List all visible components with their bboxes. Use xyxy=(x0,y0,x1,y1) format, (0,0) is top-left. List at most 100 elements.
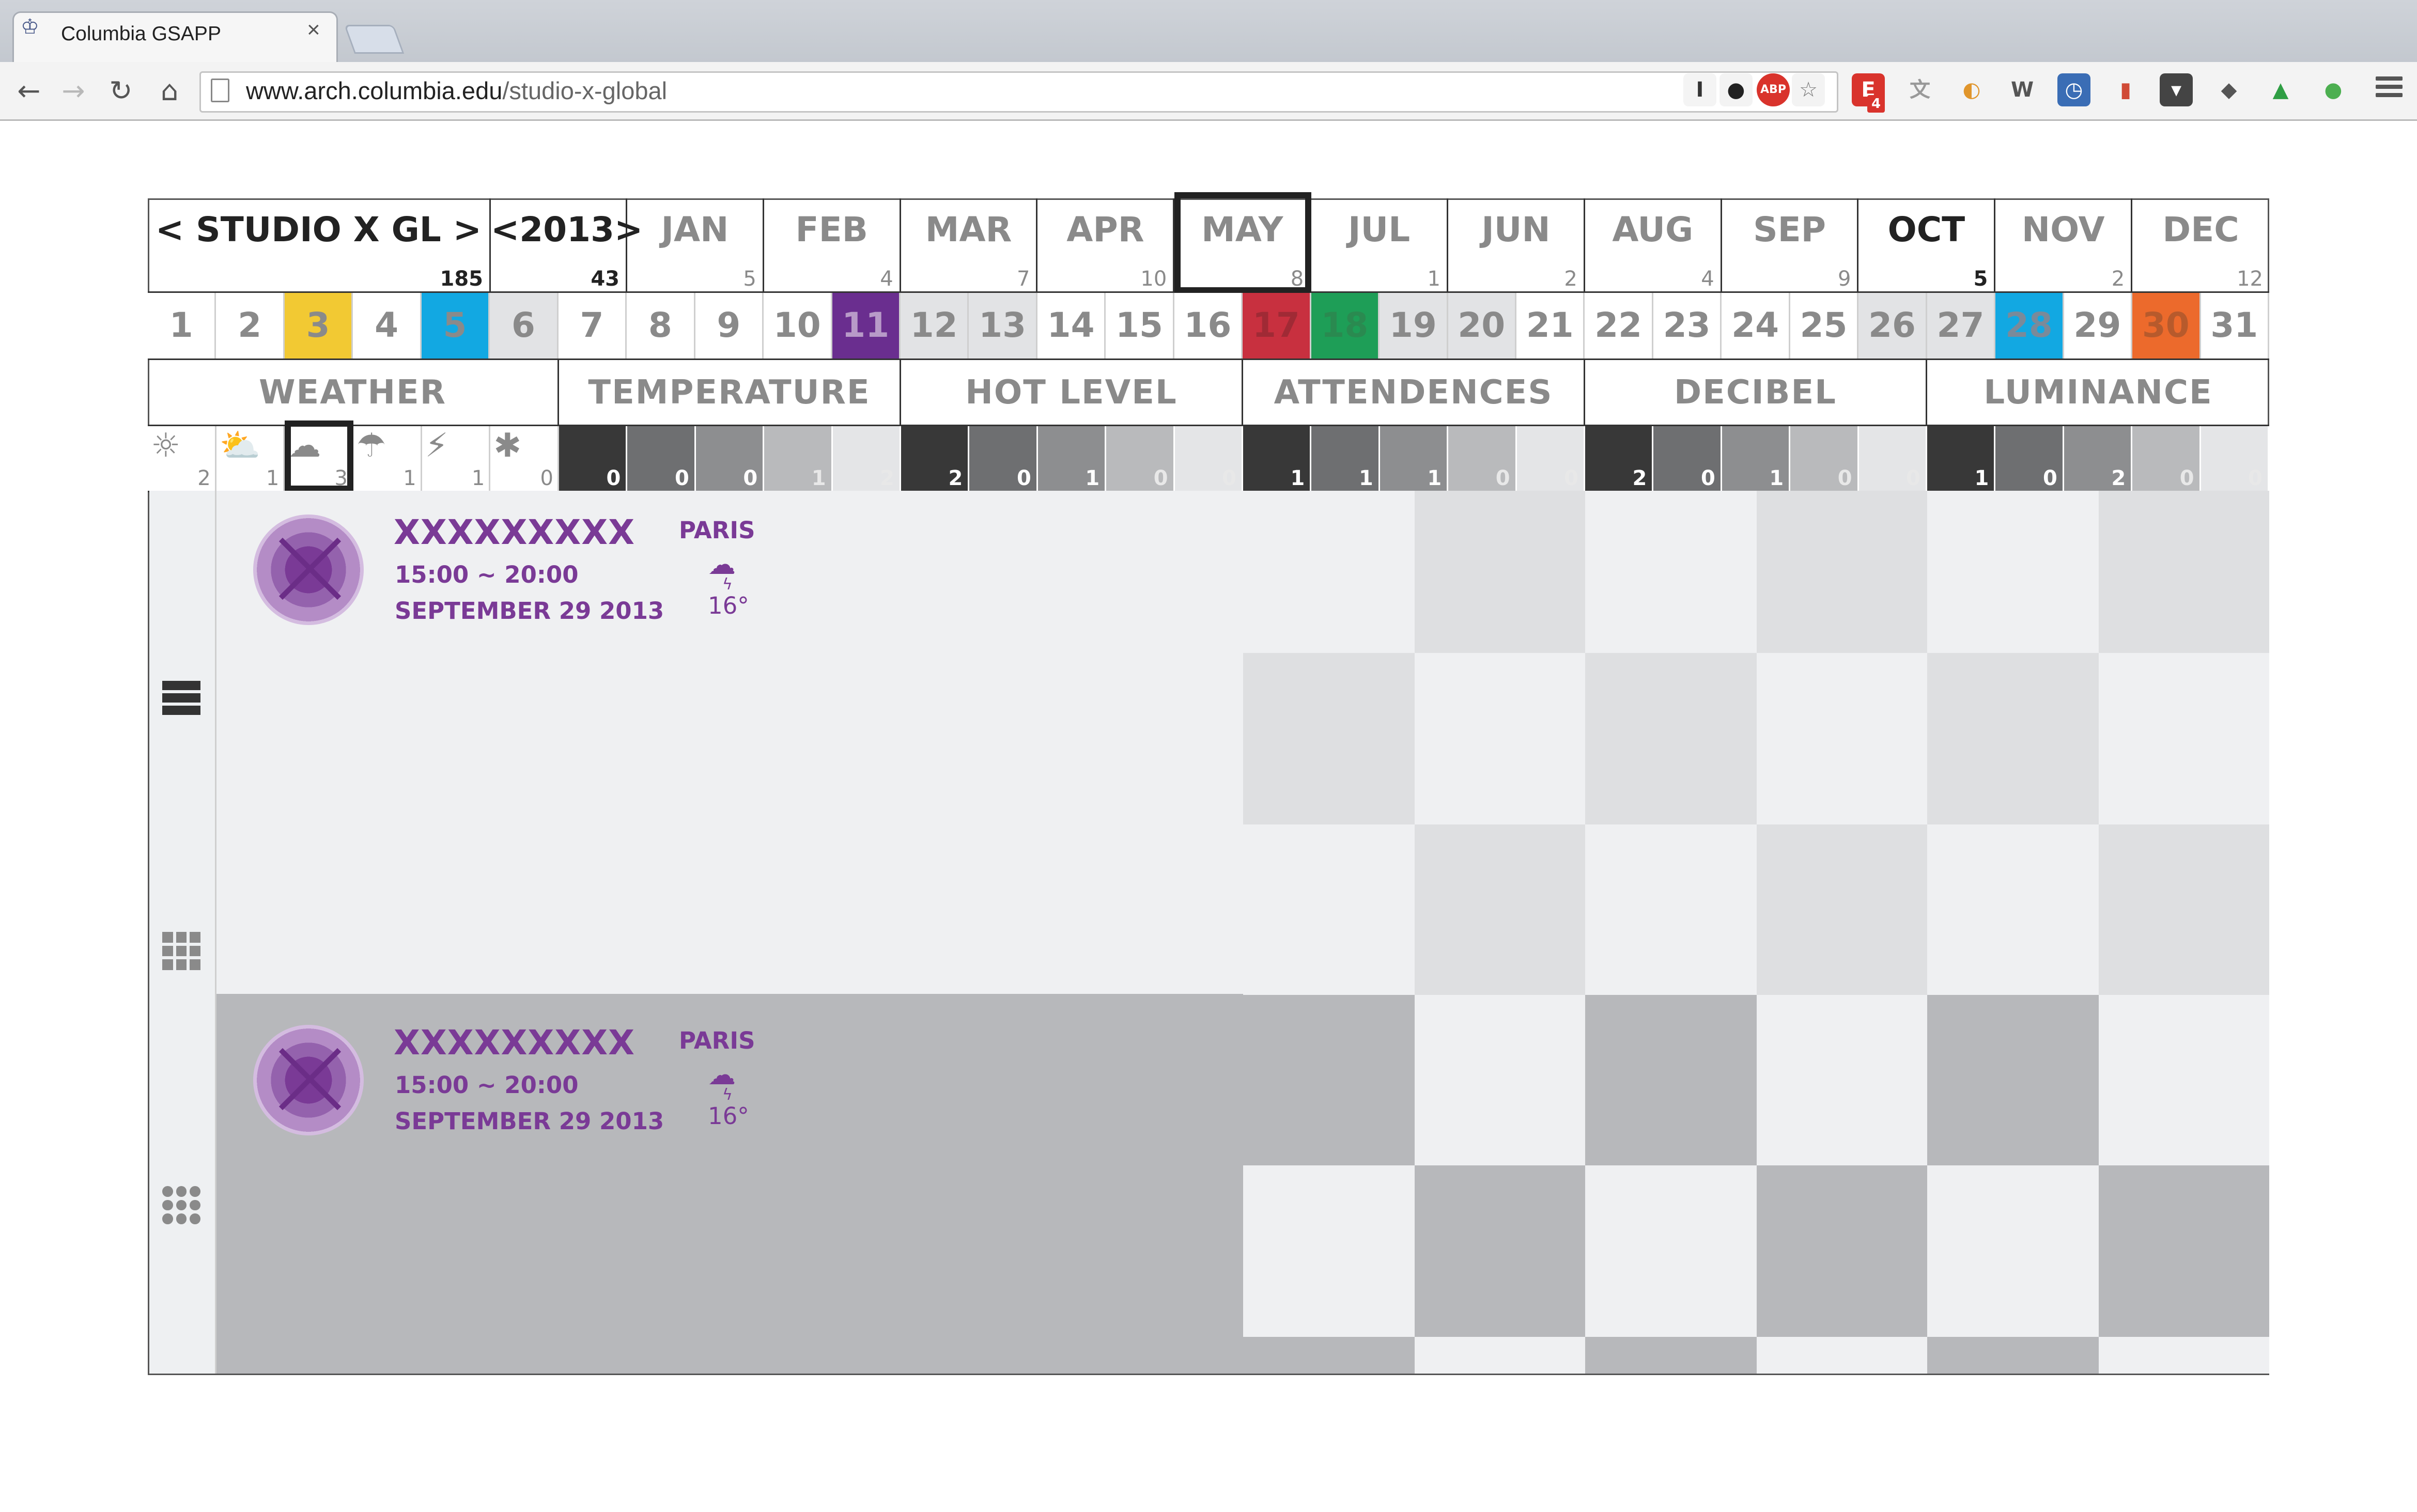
month-mar[interactable]: MAR 7 xyxy=(901,198,1038,291)
grid-tile[interactable] xyxy=(1415,824,1585,995)
partly-cloudy-filter[interactable]: ⛅ 1 xyxy=(216,426,285,491)
grid-tile[interactable] xyxy=(2099,824,2269,995)
rain-filter[interactable]: ☂ 1 xyxy=(353,426,422,491)
day-29[interactable]: 29 xyxy=(2064,293,2133,358)
day-4[interactable]: 4 xyxy=(353,293,422,358)
day-1[interactable]: 1 xyxy=(148,293,216,358)
grid-view-icon[interactable] xyxy=(162,932,200,970)
home-icon[interactable]: ⌂ xyxy=(150,71,189,111)
ghostery-icon[interactable]: ● xyxy=(1719,73,1753,106)
month-apr[interactable]: APR 10 xyxy=(1038,198,1175,291)
day-15[interactable]: 15 xyxy=(1106,293,1174,358)
day-23[interactable]: 23 xyxy=(1653,293,1722,358)
day-30[interactable]: 30 xyxy=(2132,293,2201,358)
day-17[interactable]: 17 xyxy=(1243,293,1311,358)
grid-tile[interactable] xyxy=(2099,995,2269,1165)
grid-tile[interactable] xyxy=(1757,1337,1927,1374)
grid-tile[interactable] xyxy=(1757,491,1927,653)
day-14[interactable]: 14 xyxy=(1037,293,1106,358)
grid-tile[interactable] xyxy=(1585,824,1757,995)
day-28[interactable]: 28 xyxy=(1995,293,2064,358)
category-attendences[interactable]: ATTENDENCES xyxy=(1243,360,1585,425)
grid-tile[interactable] xyxy=(1415,1165,1585,1337)
day-7[interactable]: 7 xyxy=(558,293,627,358)
category-hot-level[interactable]: HOT LEVEL xyxy=(901,360,1243,425)
google-drive-icon[interactable]: ▲ xyxy=(2264,73,2297,106)
year-selector[interactable]: <2013> 43 xyxy=(491,198,643,291)
decibel-level-4[interactable]: 0 xyxy=(1790,426,1859,491)
evernote-icon[interactable]: ● xyxy=(2317,73,2350,106)
grid-tile[interactable] xyxy=(1757,995,1927,1165)
snow-filter[interactable]: ✱ 0 xyxy=(490,426,559,491)
month-jul[interactable]: JUL 1 xyxy=(1311,198,1448,291)
category-weather[interactable]: WEATHER xyxy=(148,360,559,425)
luminance-level-1[interactable]: 1 xyxy=(1927,426,1996,491)
temperature-level-1[interactable]: 0 xyxy=(559,426,628,491)
hot-level-level-1[interactable]: 2 xyxy=(901,426,970,491)
grid-tile[interactable] xyxy=(1585,653,1757,824)
url-text[interactable]: www.arch.columbia.edu/studio-x-global xyxy=(246,76,667,105)
luminance-level-3[interactable]: 2 xyxy=(2064,426,2133,491)
forward-icon[interactable]: → xyxy=(54,71,93,111)
day-13[interactable]: 13 xyxy=(969,293,1037,358)
grid-tile[interactable] xyxy=(1585,995,1757,1165)
dot-view-icon[interactable] xyxy=(162,1186,200,1224)
day-19[interactable]: 19 xyxy=(1380,293,1448,358)
back-icon[interactable]: ← xyxy=(9,71,49,111)
grid-tile[interactable] xyxy=(1243,824,1415,995)
attendences-level-5[interactable]: 0 xyxy=(1516,426,1585,491)
thunder-filter[interactable]: ⚡ 1 xyxy=(422,426,491,491)
grid-tile[interactable] xyxy=(1243,653,1415,824)
luminance-level-5[interactable]: 0 xyxy=(2201,426,2269,491)
grid-tile[interactable] xyxy=(1585,491,1757,653)
hot-level-level-3[interactable]: 1 xyxy=(1037,426,1107,491)
day-11[interactable]: 11 xyxy=(832,293,901,358)
month-sep[interactable]: SEP 9 xyxy=(1722,198,1859,291)
grid-tile[interactable] xyxy=(1415,995,1585,1165)
month-dec[interactable]: DEC 12 xyxy=(2132,198,2269,291)
studio-selector[interactable]: < STUDIO X GL > 185 xyxy=(148,198,491,291)
pocket-icon[interactable]: ▾ xyxy=(2160,73,2193,106)
day-26[interactable]: 26 xyxy=(1858,293,1927,358)
day-3[interactable]: 3 xyxy=(284,293,353,358)
day-24[interactable]: 24 xyxy=(1722,293,1790,358)
category-temperature[interactable]: TEMPERATURE xyxy=(559,360,901,425)
month-jan[interactable]: JAN 5 xyxy=(627,198,764,291)
reload-icon[interactable]: ↻ xyxy=(101,71,141,111)
month-feb[interactable]: FEB 4 xyxy=(764,198,901,291)
month-nov[interactable]: NOV 2 xyxy=(1995,198,2133,291)
day-27[interactable]: 27 xyxy=(1927,293,1996,358)
category-decibel[interactable]: DECIBEL xyxy=(1585,360,1927,425)
day-9[interactable]: 9 xyxy=(695,293,764,358)
grid-tile[interactable] xyxy=(1243,995,1415,1165)
bookmark-star-icon[interactable]: ☆ xyxy=(1792,73,1825,106)
temperature-level-4[interactable]: 1 xyxy=(764,426,833,491)
grid-tile[interactable] xyxy=(1415,1337,1585,1374)
grid-tile[interactable] xyxy=(1243,1337,1415,1374)
list-view-icon[interactable] xyxy=(162,681,200,716)
month-jun[interactable]: JUN 2 xyxy=(1448,198,1585,291)
day-21[interactable]: 21 xyxy=(1516,293,1585,358)
grid-tile[interactable] xyxy=(2099,491,2269,653)
decibel-level-2[interactable]: 0 xyxy=(1653,426,1722,491)
month-aug[interactable]: AUG 4 xyxy=(1585,198,1722,291)
grid-tile[interactable] xyxy=(1243,491,1415,653)
chrome-ext-icon[interactable]: ◐ xyxy=(1955,73,1988,106)
feedly-icon[interactable]: ◆ xyxy=(2212,73,2245,106)
grid-tile[interactable] xyxy=(1415,653,1585,824)
category-luminance[interactable]: LUMINANCE xyxy=(1927,360,2269,425)
day-20[interactable]: 20 xyxy=(1448,293,1517,358)
hot-level-level-4[interactable]: 0 xyxy=(1106,426,1175,491)
grid-tile[interactable] xyxy=(1757,653,1927,824)
decibel-level-1[interactable]: 2 xyxy=(1585,426,1654,491)
new-tab-button[interactable] xyxy=(344,25,405,54)
grid-tile[interactable] xyxy=(1927,824,2099,995)
chrome-menu-icon[interactable] xyxy=(2373,72,2406,105)
temperature-level-3[interactable]: 0 xyxy=(695,426,765,491)
day-18[interactable]: 18 xyxy=(1311,293,1380,358)
tab-close-icon[interactable]: × xyxy=(307,19,320,41)
luminance-level-4[interactable]: 0 xyxy=(2132,426,2201,491)
event-title[interactable]: XXXXXXXXX xyxy=(394,1023,635,1063)
attendences-level-2[interactable]: 1 xyxy=(1311,426,1380,491)
day-25[interactable]: 25 xyxy=(1790,293,1859,358)
